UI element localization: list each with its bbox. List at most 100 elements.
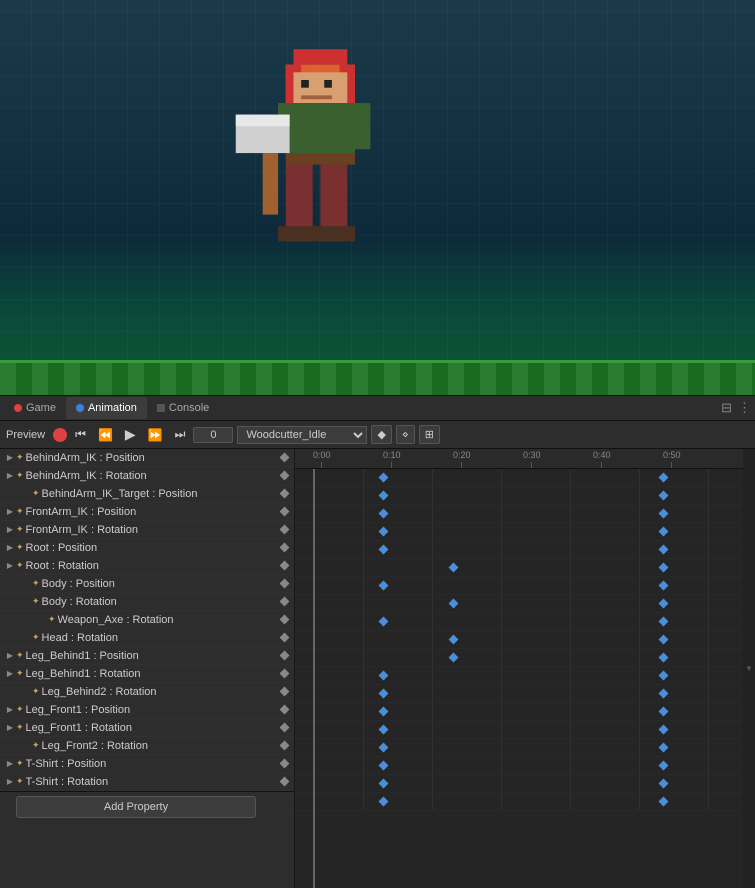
settings-tool-button[interactable]: ⊞ <box>419 425 440 444</box>
keyframe-diamond[interactable] <box>449 635 459 645</box>
play-button[interactable]: ▶ <box>121 424 140 445</box>
tree-row-arrow[interactable] <box>36 614 48 626</box>
keyframe-diamond[interactable] <box>379 725 389 735</box>
keyframe-button[interactable] <box>278 614 290 626</box>
tree-row-arrow[interactable]: ▶ <box>4 722 16 734</box>
tree-row-arrow[interactable]: ▶ <box>4 524 16 536</box>
keyframe-diamond[interactable] <box>659 779 669 789</box>
keyframe-button[interactable] <box>278 776 290 788</box>
tree-row[interactable]: ▶✦T-Shirt : Position <box>0 755 294 773</box>
timeline-track-row[interactable] <box>295 613 755 631</box>
keyframe-button[interactable] <box>278 686 290 698</box>
keyframe-diamond[interactable] <box>379 617 389 627</box>
timeline-track-row[interactable] <box>295 577 755 595</box>
keyframe-diamond[interactable] <box>659 563 669 573</box>
tree-row[interactable]: ▶✦FrontArm_IK : Rotation <box>0 521 294 539</box>
tree-row-arrow[interactable]: ▶ <box>4 668 16 680</box>
keyframe-button[interactable] <box>278 596 290 608</box>
keyframe-diamond[interactable] <box>379 581 389 591</box>
add-property-button[interactable]: Add Property <box>16 796 256 818</box>
tree-row-arrow[interactable]: ▶ <box>4 542 16 554</box>
tree-row[interactable]: ✦Head : Rotation <box>0 629 294 647</box>
keyframe-button[interactable] <box>278 524 290 536</box>
tree-row-arrow[interactable]: ▶ <box>4 650 16 662</box>
record-button[interactable] <box>53 428 67 442</box>
timeline-track-row[interactable] <box>295 721 755 739</box>
next-end-button[interactable]: ⏭ <box>171 425 190 444</box>
tab-menu-icon[interactable]: ⊟ <box>721 400 732 416</box>
tree-row[interactable]: ✦Body : Rotation <box>0 593 294 611</box>
keyframe-diamond[interactable] <box>379 671 389 681</box>
timeline-track-row[interactable] <box>295 739 755 757</box>
timeline-track-row[interactable] <box>295 703 755 721</box>
keyframe-button[interactable] <box>278 650 290 662</box>
keyframe-diamond[interactable] <box>659 761 669 771</box>
keyframe-diamond[interactable] <box>659 725 669 735</box>
tree-row[interactable]: ✦Leg_Front2 : Rotation <box>0 737 294 755</box>
tree-row-arrow[interactable]: ▶ <box>4 776 16 788</box>
tree-row-arrow[interactable]: ▶ <box>4 452 16 464</box>
keyframe-diamond[interactable] <box>659 689 669 699</box>
keyframe-diamond[interactable] <box>379 761 389 771</box>
keyframe-button[interactable] <box>278 560 290 572</box>
timeline-track-row[interactable] <box>295 487 755 505</box>
keyframe-button[interactable] <box>278 470 290 482</box>
timeline-tracks[interactable] <box>295 469 755 888</box>
prev-frame-button[interactable]: ⏪ <box>94 426 117 444</box>
keyframe-button[interactable] <box>278 506 290 518</box>
keyframe-diamond[interactable] <box>659 671 669 681</box>
keyframe-diamond[interactable] <box>659 491 669 501</box>
tree-row-arrow[interactable] <box>20 740 32 752</box>
tab-more-icon[interactable]: ⋮ <box>738 400 751 416</box>
timeline-track-row[interactable] <box>295 469 755 487</box>
keyframe-diamond[interactable] <box>659 707 669 717</box>
timeline-track-row[interactable] <box>295 631 755 649</box>
keyframe-tool-button[interactable]: ◆ <box>371 425 391 444</box>
keyframe-diamond[interactable] <box>659 635 669 645</box>
keyframe-diamond[interactable] <box>659 743 669 753</box>
keyframe-diamond[interactable] <box>659 653 669 663</box>
keyframe-diamond[interactable] <box>379 743 389 753</box>
timeline-track-row[interactable] <box>295 559 755 577</box>
tree-row[interactable]: ▶✦Leg_Behind1 : Rotation <box>0 665 294 683</box>
tree-row-arrow[interactable] <box>20 596 32 608</box>
tree-row-arrow[interactable] <box>20 686 32 698</box>
tree-row[interactable]: ✦BehindArm_IK_Target : Position <box>0 485 294 503</box>
tree-row-arrow[interactable] <box>20 578 32 590</box>
keyframe-button[interactable] <box>278 542 290 554</box>
next-frame-button[interactable]: ⏩ <box>144 426 167 444</box>
clip-select[interactable]: Woodcutter_Idle <box>237 426 367 444</box>
keyframe-button[interactable] <box>278 632 290 644</box>
keyframe-diamond[interactable] <box>659 599 669 609</box>
tab-console[interactable]: Console <box>147 397 219 419</box>
prev-start-button[interactable]: ⏮ <box>71 425 90 444</box>
tree-row[interactable]: ▶✦FrontArm_IK : Position <box>0 503 294 521</box>
tree-row-arrow[interactable]: ▶ <box>4 470 16 482</box>
tree-row-arrow[interactable]: ▶ <box>4 704 16 716</box>
tab-animation[interactable]: Animation <box>66 397 147 419</box>
tree-row[interactable]: ▶✦Root : Rotation <box>0 557 294 575</box>
keyframe-diamond[interactable] <box>379 707 389 717</box>
timeline-track-row[interactable] <box>295 757 755 775</box>
tree-row[interactable]: ▶✦T-Shirt : Rotation <box>0 773 294 791</box>
tree-row[interactable]: ✦Weapon_Axe : Rotation <box>0 611 294 629</box>
tab-game[interactable]: Game <box>4 397 66 419</box>
timeline-track-row[interactable] <box>295 775 755 793</box>
tree-row[interactable]: ✦Body : Position <box>0 575 294 593</box>
keyframe-button[interactable] <box>278 758 290 770</box>
timeline-track-row[interactable] <box>295 685 755 703</box>
keyframe-diamond[interactable] <box>379 797 389 807</box>
keyframe-diamond[interactable] <box>379 545 389 555</box>
tree-row[interactable]: ✦Leg_Behind2 : Rotation <box>0 683 294 701</box>
timeline-track-row[interactable] <box>295 505 755 523</box>
keyframe-diamond[interactable] <box>379 779 389 789</box>
tree-row[interactable]: ▶✦BehindArm_IK : Rotation <box>0 467 294 485</box>
keyframe-diamond[interactable] <box>659 581 669 591</box>
tree-row-arrow[interactable] <box>20 632 32 644</box>
keyframe-diamond[interactable] <box>449 653 459 663</box>
keyframe-diamond[interactable] <box>659 797 669 807</box>
keyframe-button[interactable] <box>278 488 290 500</box>
keyframe-diamond[interactable] <box>659 617 669 627</box>
tree-row-arrow[interactable]: ▶ <box>4 560 16 572</box>
tree-row[interactable]: ▶✦BehindArm_IK : Position <box>0 449 294 467</box>
